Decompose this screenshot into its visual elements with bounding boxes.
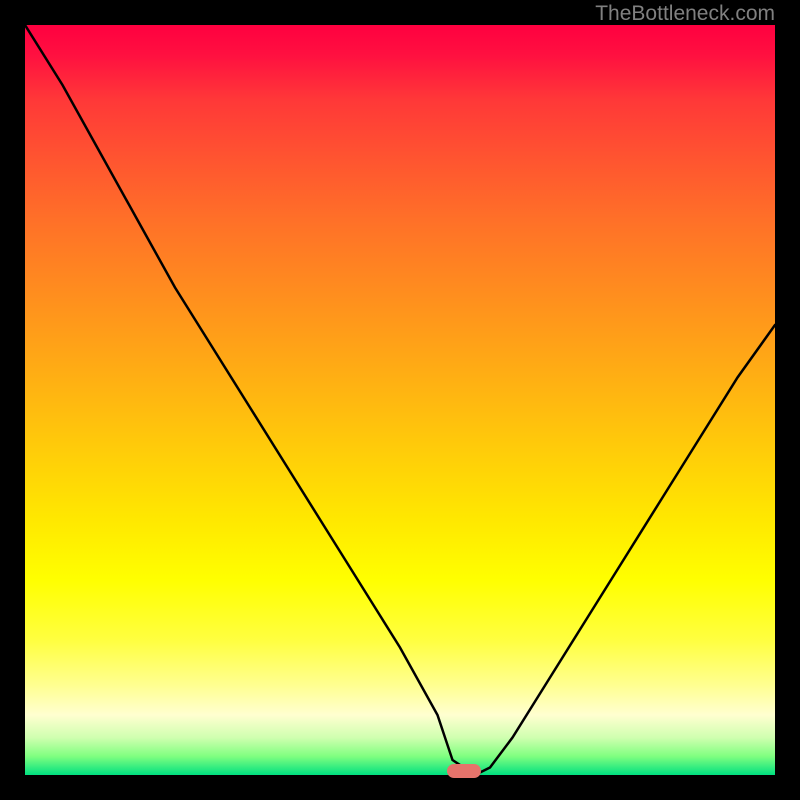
chart-container (25, 25, 775, 775)
bottleneck-curve (25, 25, 775, 775)
optimal-marker (447, 764, 481, 778)
watermark-text: TheBottleneck.com (595, 2, 775, 26)
